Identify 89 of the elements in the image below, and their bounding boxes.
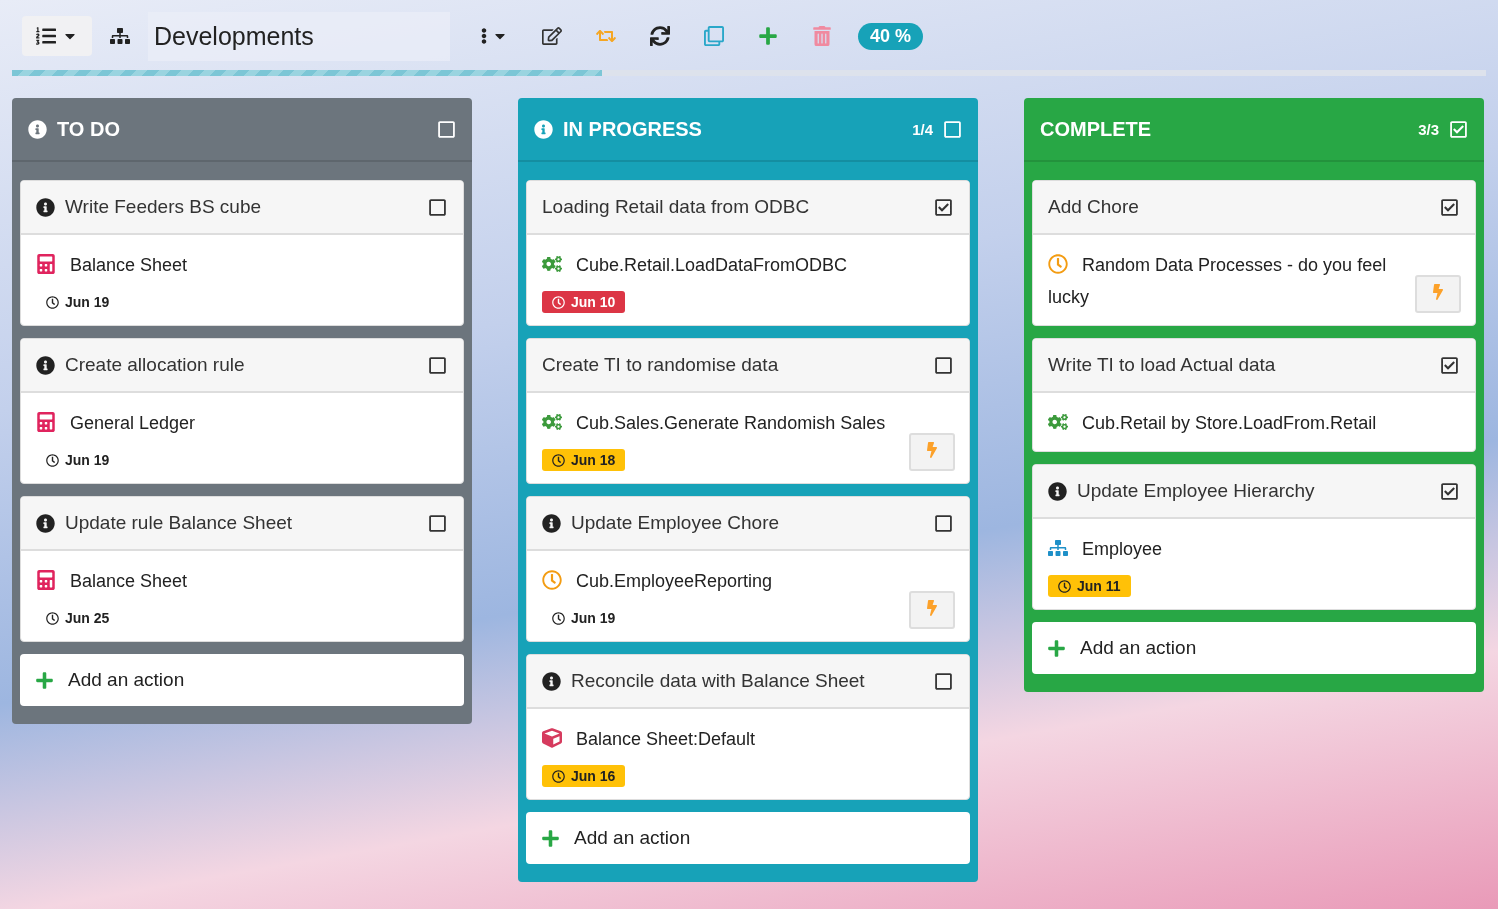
due-date: Jun 25 — [36, 607, 120, 629]
clock-icon — [1058, 579, 1071, 593]
card-title: Create TI to randomise data — [542, 354, 780, 376]
due-date: Jun 11 — [1048, 575, 1131, 597]
clock-icon — [552, 769, 565, 783]
checkbox[interactable] — [437, 119, 456, 139]
trash-icon — [812, 26, 832, 46]
clock-icon — [552, 295, 565, 309]
card-title: Write TI to load Actual data — [1048, 354, 1277, 376]
object-label[interactable]: Random Data Processes - do you feel lucky — [1048, 249, 1405, 313]
object-label[interactable]: Cub.Sales.Generate Randomish Sales — [542, 407, 899, 439]
card-title: Update Employee Hierarchy — [1077, 480, 1316, 502]
bolt-icon — [1430, 284, 1446, 300]
object-label[interactable]: Cube.Retail.LoadDataFromODBC — [542, 249, 955, 281]
checkbox[interactable] — [1440, 481, 1459, 501]
plus-icon — [35, 670, 54, 690]
bolt-icon — [924, 442, 940, 458]
card-title: Create allocation rule — [65, 354, 246, 376]
checkbox[interactable] — [934, 671, 953, 691]
add-action-button[interactable]: Add an action — [20, 654, 464, 706]
due-date: Jun 19 — [36, 449, 120, 471]
object-label[interactable]: General Ledger — [36, 407, 449, 439]
due-date: Jun 19 — [542, 607, 626, 629]
card-title: Update Employee Chore — [571, 512, 781, 534]
clock-icon — [1048, 254, 1068, 274]
clock-icon — [552, 453, 565, 467]
column-count: 3/3 — [1418, 120, 1439, 138]
cube-icon — [542, 728, 562, 748]
info-icon[interactable] — [36, 355, 55, 375]
cogs-icon — [542, 412, 562, 432]
info-icon[interactable] — [36, 197, 55, 217]
checkbox[interactable] — [934, 197, 953, 217]
object-label[interactable]: Employee — [1048, 533, 1461, 565]
clock-icon — [542, 570, 562, 590]
add-action-button[interactable]: Add an action — [1032, 622, 1476, 674]
due-date: Jun 19 — [36, 291, 120, 313]
hierarchy-icon — [1048, 538, 1068, 558]
checkbox[interactable] — [934, 513, 953, 533]
due-date: Jun 18 — [542, 449, 626, 471]
checkbox[interactable] — [428, 513, 447, 533]
card-title: Loading Retail data from ODBC — [542, 196, 811, 218]
column-title: COMPLETE — [1040, 117, 1153, 141]
info-icon[interactable] — [542, 513, 561, 533]
card-title: Reconcile data with Balance Sheet — [571, 670, 866, 692]
object-label[interactable]: Cub.EmployeeReporting — [542, 565, 899, 597]
checkbox[interactable] — [428, 197, 447, 217]
add-action-button[interactable]: Add an action — [526, 812, 970, 864]
checkbox[interactable] — [1440, 197, 1459, 217]
calculator-icon — [36, 412, 56, 432]
checkbox[interactable] — [428, 355, 447, 375]
calculator-icon — [36, 570, 56, 590]
edit-icon — [542, 26, 562, 46]
checkbox[interactable] — [1449, 119, 1468, 139]
object-label[interactable]: Balance Sheet — [36, 565, 449, 597]
column-title: IN PROGRESS — [563, 117, 703, 141]
list-menu-button[interactable] — [22, 16, 92, 56]
bolt-icon — [924, 600, 940, 616]
info-icon[interactable] — [542, 671, 561, 691]
column-title: TO DO — [57, 117, 121, 141]
object-label[interactable]: Balance Sheet:Default — [542, 723, 955, 755]
checkbox[interactable] — [943, 119, 962, 139]
clock-icon — [46, 295, 59, 309]
plus-icon — [1047, 638, 1066, 658]
refresh-icon — [650, 26, 670, 46]
copy-icon — [704, 26, 724, 46]
column-count: 1/4 — [912, 120, 933, 138]
card-title: Update rule Balance Sheet — [65, 512, 294, 534]
clock-icon — [46, 453, 59, 467]
card-title: Add Chore — [1048, 196, 1140, 218]
list-icon — [36, 26, 56, 46]
due-date: Jun 16 — [542, 765, 626, 787]
progress-badge: 40 % — [858, 22, 924, 50]
clock-icon — [46, 611, 59, 625]
cogs-icon — [1048, 412, 1068, 432]
due-date: Jun 10 — [542, 291, 626, 313]
cogs-icon — [542, 254, 562, 274]
info-icon[interactable] — [1048, 481, 1067, 501]
clock-icon — [552, 611, 565, 625]
calculator-icon — [36, 254, 56, 274]
card-title: Write Feeders BS cube — [65, 196, 263, 218]
checkbox[interactable] — [1440, 355, 1459, 375]
object-label[interactable]: Balance Sheet — [36, 249, 449, 281]
info-icon[interactable] — [36, 513, 55, 533]
board-title: Developments — [148, 11, 450, 61]
hierarchy-icon[interactable] — [110, 26, 130, 46]
plus-icon — [541, 828, 560, 848]
checkbox[interactable] — [934, 355, 953, 375]
plus-icon — [758, 26, 778, 46]
object-label[interactable]: Cub.Retail by Store.LoadFrom.Retail — [1048, 407, 1461, 439]
